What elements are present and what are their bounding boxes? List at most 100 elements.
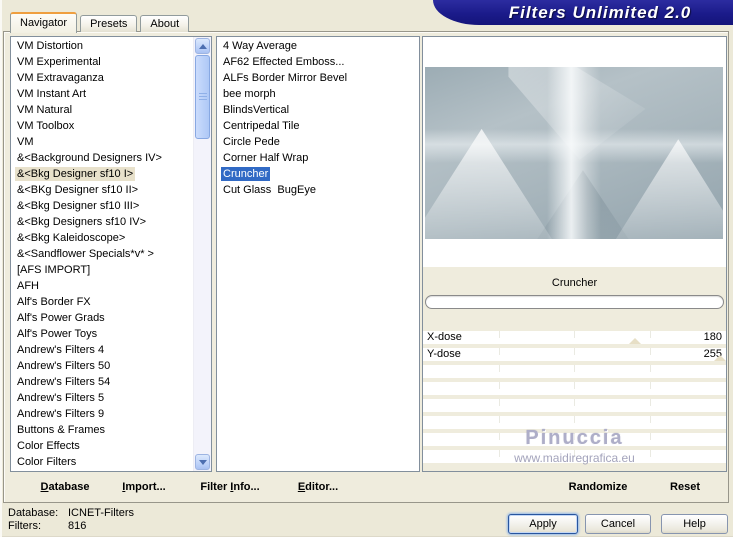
reset-button[interactable]: Reset <box>670 481 700 493</box>
category-item[interactable]: VM Instant Art <box>11 86 194 102</box>
scroll-up-button[interactable] <box>195 38 210 54</box>
filter-item[interactable]: Corner Half Wrap <box>217 150 419 166</box>
category-item[interactable]: Andrew's Filters 50 <box>11 358 194 374</box>
filter-item-label: Centripedal Tile <box>223 120 300 132</box>
filter-item[interactable]: Centripedal Tile <box>217 118 419 134</box>
param-slider-empty <box>423 450 726 463</box>
category-item[interactable]: Andrew's Filters 4 <box>11 342 194 358</box>
category-item[interactable]: &<Background Designers IV> <box>11 150 194 166</box>
filter-item-label: Circle Pede <box>223 136 280 148</box>
scroll-down-icon <box>198 459 207 465</box>
apply-button[interactable]: Apply <box>508 514 578 534</box>
param-slider-ydose[interactable]: Y-dose 255 <box>423 348 726 361</box>
category-item[interactable]: [AFS IMPORT] <box>11 262 194 278</box>
scroll-down-button[interactable] <box>195 454 210 470</box>
filter-item-label: bee morph <box>223 88 276 100</box>
database-button[interactable]: Database <box>41 481 90 493</box>
scroll-up-icon <box>198 43 207 49</box>
filter-item[interactable]: bee morph <box>217 86 419 102</box>
category-item[interactable]: VM Extravaganza <box>11 70 194 86</box>
category-item[interactable]: VM Distortion <box>11 38 194 54</box>
param-slider-empty <box>423 416 726 429</box>
category-item[interactable]: &<Bkg Designer sf10 III> <box>11 198 194 214</box>
filter-info-button[interactable]: Filter Info... <box>200 481 259 493</box>
filter-item[interactable]: 4 Way Average <box>217 38 419 54</box>
filter-item[interactable]: BlindsVertical <box>217 102 419 118</box>
param-slider-xdose[interactable]: X-dose 180 <box>423 331 726 344</box>
category-item[interactable]: Color Filters <box>11 454 194 470</box>
category-item-label: VM Natural <box>17 104 73 116</box>
filter-listbox: 4 Way Average AF62 Effected Emboss... AL… <box>216 36 420 472</box>
category-item-label: &<BKg Designer sf10 II> <box>17 184 139 196</box>
param-slider-empty <box>423 382 726 395</box>
category-item[interactable]: Alf's Power Grads <box>11 310 194 326</box>
category-item-label: VM Experimental <box>17 56 101 68</box>
category-item[interactable]: &<BKg Designer sf10 II> <box>11 182 194 198</box>
label-accesskey: D <box>40 481 49 493</box>
randomize-button[interactable]: Randomize <box>569 481 628 493</box>
filter-item[interactable]: Circle Pede <box>217 134 419 150</box>
category-item[interactable]: &<Bkg Kaleidoscope> <box>11 230 194 246</box>
category-item[interactable]: Color Effects <box>11 438 194 454</box>
category-item[interactable]: VM Experimental <box>11 54 194 70</box>
category-item[interactable]: Andrew's Filters 9 <box>11 406 194 422</box>
help-button[interactable]: Help <box>661 514 728 534</box>
status-filters-row: Filters: 816 <box>8 520 134 533</box>
category-item[interactable]: Alf's Border FX <box>11 294 194 310</box>
category-item-selected[interactable]: &<Bkg Designer sf10 I> <box>11 166 194 182</box>
category-item-label: Color Filters <box>17 456 77 468</box>
category-scrollbar[interactable] <box>193 37 211 471</box>
preview-shape <box>547 67 601 239</box>
category-item[interactable]: VM Natural <box>11 102 194 118</box>
cancel-button[interactable]: Cancel <box>585 514 651 534</box>
parameter-rows: X-dose 180 Y-dose 255 Pinuccia www.maidi… <box>423 331 726 465</box>
category-item[interactable]: Buttons & Frames <box>11 422 194 438</box>
category-item[interactable]: VM <box>11 134 194 150</box>
param-label: Y-dose <box>427 348 461 360</box>
slider-thumb-icon[interactable] <box>629 338 642 344</box>
app-title: Filters Unlimited 2.0 <box>508 2 692 22</box>
category-item-label: Color Effects <box>17 440 80 452</box>
category-item-label: Alf's Power Grads <box>17 312 105 324</box>
database-label: Database: <box>8 507 59 519</box>
category-item-label: Andrew's Filters 54 <box>17 376 111 388</box>
category-item[interactable]: Andrew's Filters 5 <box>11 390 194 406</box>
tab-about[interactable]: About <box>140 15 190 32</box>
param-slider-empty <box>423 365 726 378</box>
category-item-label: AFH <box>17 280 39 292</box>
category-item-label: VM Extravaganza <box>17 72 104 84</box>
param-label: X-dose <box>427 331 462 343</box>
category-item-label: Andrew's Filters 50 <box>17 360 111 372</box>
filter-item-label: Cruncher <box>221 167 271 181</box>
category-item[interactable]: AFH <box>11 278 194 294</box>
preview-image <box>425 67 723 239</box>
category-item[interactable]: Andrew's Filters 54 <box>11 374 194 390</box>
navigator-page: VM Distortion VM Experimental VM Extrava… <box>3 31 729 503</box>
toolbar-strip: Database Import... Filter Info... Editor… <box>4 472 728 502</box>
category-item[interactable]: &<Sandflower Specials*v* > <box>11 246 194 262</box>
filter-item-label: Corner Half Wrap <box>223 152 309 164</box>
category-item[interactable]: &<Bkg Designers sf10 IV> <box>11 214 194 230</box>
category-item-label: Buttons & Frames <box>17 424 106 436</box>
selected-filter-name: Cruncher <box>551 277 598 289</box>
tab-navigator[interactable]: Navigator <box>10 12 78 33</box>
filter-item-selected[interactable]: Cruncher <box>217 166 419 182</box>
status-area: Database: ICNET-Filters Filters: 816 <box>8 507 134 533</box>
tab-presets[interactable]: Presets <box>80 15 138 32</box>
scroll-thumb[interactable] <box>195 55 210 139</box>
preview-panel: Cruncher X-dose 180 Y-dose 255 Pinuccia … <box>422 36 727 472</box>
editor-button[interactable]: Editor... <box>298 481 338 493</box>
filters-value: 816 <box>68 520 87 532</box>
import-button[interactable]: Import... <box>122 481 165 493</box>
tab-bar: Navigator Presets About <box>10 12 190 33</box>
category-item[interactable]: VM Toolbox <box>11 118 194 134</box>
filter-item[interactable]: ALFs Border Mirror Bevel <box>217 70 419 86</box>
filter-item[interactable]: AF62 Effected Emboss... <box>217 54 419 70</box>
label-part: Filter <box>200 481 231 493</box>
filter-item[interactable]: Cut Glass BugEye <box>217 182 419 198</box>
category-item-label: Andrew's Filters 9 <box>17 408 105 420</box>
status-database-row: Database: ICNET-Filters <box>8 507 134 520</box>
slider-thumb-icon[interactable] <box>713 355 726 361</box>
filter-item-label: BlindsVertical <box>223 104 290 116</box>
category-item[interactable]: Alf's Power Toys <box>11 326 194 342</box>
